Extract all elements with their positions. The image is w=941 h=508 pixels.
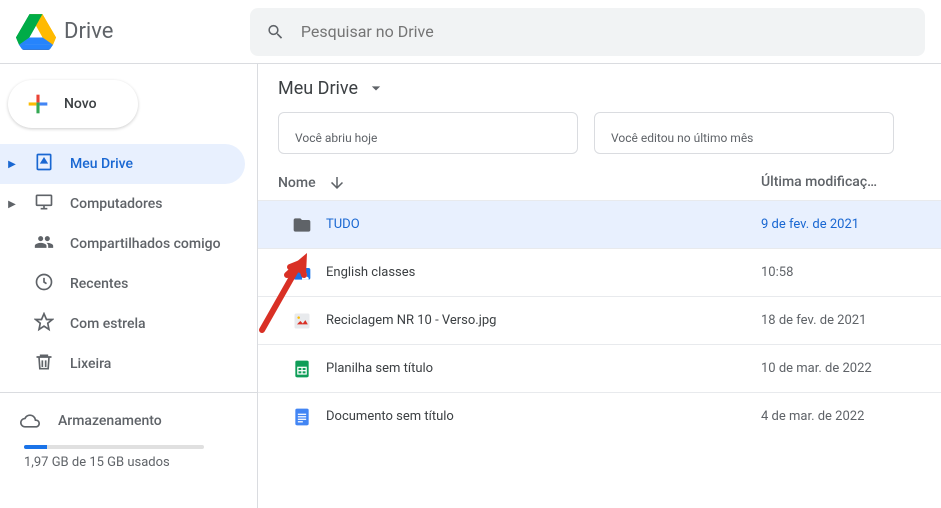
column-modified[interactable]: Última modificaç… (761, 174, 921, 192)
breadcrumb[interactable]: Meu Drive (258, 64, 941, 112)
drive-icon (34, 152, 54, 176)
storage-section: Armazenamento 1,97 GB de 15 GB usados (0, 401, 257, 470)
sidebar-item-computadores[interactable]: ▶ Computadores (0, 184, 245, 224)
dropdown-icon (366, 78, 386, 98)
file-date: 10 de mar. de 2022 (761, 361, 921, 376)
star-icon (34, 312, 54, 336)
file-name: English classes (326, 265, 761, 280)
sidebar-item-compartilhados-comigo[interactable]: Compartilhados comigo (0, 224, 245, 264)
computer-icon (34, 192, 54, 216)
sidebar-item-recentes[interactable]: Recentes (0, 264, 245, 304)
file-row[interactable]: English classes10:58 (258, 248, 941, 296)
suggest-card[interactable]: Você editou no último mês (594, 112, 894, 154)
nav-list: ▶ Meu Drive ▶ Computadores Compartilhados co… (0, 144, 257, 384)
breadcrumb-title: Meu Drive (278, 78, 358, 99)
sidebar-item-label: Computadores (70, 196, 163, 212)
file-name: TUDO (326, 217, 761, 232)
file-list: TUDO9 de fev. de 2021English classes10:5… (258, 200, 941, 440)
suggest-text: Você editou no último mês (611, 131, 753, 145)
sidebar-item-label: Lixeira (70, 356, 111, 372)
sort-arrow-icon (328, 174, 346, 192)
file-icon (278, 263, 326, 283)
logo[interactable]: Drive (16, 12, 250, 52)
sidebar-item-label: Com estrela (70, 316, 146, 332)
file-name: Reciclagem NR 10 - Verso.jpg (326, 313, 761, 328)
column-name[interactable]: Nome (278, 174, 761, 192)
search-icon (266, 22, 285, 42)
file-date: 4 de mar. de 2022 (761, 409, 921, 424)
storage-label: Armazenamento (58, 413, 162, 429)
file-row[interactable]: Documento sem título4 de mar. de 2022 (258, 392, 941, 440)
drive-logo-icon (16, 12, 56, 52)
sidebar-item-lixeira[interactable]: Lixeira (0, 344, 245, 384)
clock-icon (34, 272, 54, 296)
file-icon (278, 311, 326, 331)
search-input[interactable] (301, 22, 909, 41)
plus-icon (24, 90, 52, 118)
new-button-label: Novo (64, 96, 97, 112)
sidebar-item-com-estrela[interactable]: Com estrela (0, 304, 245, 344)
sidebar-item-storage[interactable]: Armazenamento (20, 401, 233, 441)
trash-icon (34, 352, 54, 376)
storage-bar (24, 445, 204, 449)
file-date: 9 de fev. de 2021 (761, 217, 921, 232)
app-header: Drive (0, 0, 941, 64)
search-bar[interactable] (250, 8, 925, 56)
shared-icon (34, 232, 54, 256)
sidebar-item-label: Compartilhados comigo (70, 236, 221, 252)
suggest-card[interactable]: Você abriu hoje (278, 112, 578, 154)
file-icon (278, 215, 326, 235)
cloud-icon (20, 411, 40, 431)
sidebar-item-meu-drive[interactable]: ▶ Meu Drive (0, 144, 245, 184)
file-icon (278, 407, 326, 427)
file-name: Planilha sem título (326, 361, 761, 376)
main-panel: Meu Drive Você abriu hoje Você editou no … (258, 64, 941, 508)
column-header: Nome Última modificaç… (258, 166, 941, 200)
file-date: 10:58 (761, 265, 921, 280)
app-name: Drive (64, 19, 113, 44)
file-icon (278, 359, 326, 379)
sidebar-item-label: Recentes (70, 276, 128, 292)
file-row[interactable]: TUDO9 de fev. de 2021 (258, 200, 941, 248)
sidebar: Novo ▶ Meu Drive ▶ Computadores Compartilhad… (0, 64, 258, 508)
new-button[interactable]: Novo (8, 80, 138, 128)
suggest-text: Você abriu hoje (295, 131, 377, 145)
expand-icon: ▶ (6, 159, 18, 170)
storage-usage-text: 1,97 GB de 15 GB usados (24, 455, 233, 470)
file-row[interactable]: Reciclagem NR 10 - Verso.jpg18 de fev. d… (258, 296, 941, 344)
expand-icon: ▶ (6, 199, 18, 210)
sidebar-item-label: Meu Drive (70, 156, 133, 172)
suggest-row: Você abriu hoje Você editou no último mês (258, 112, 941, 166)
file-date: 18 de fev. de 2021 (761, 313, 921, 328)
file-name: Documento sem título (326, 409, 761, 424)
file-row[interactable]: Planilha sem título10 de mar. de 2022 (258, 344, 941, 392)
